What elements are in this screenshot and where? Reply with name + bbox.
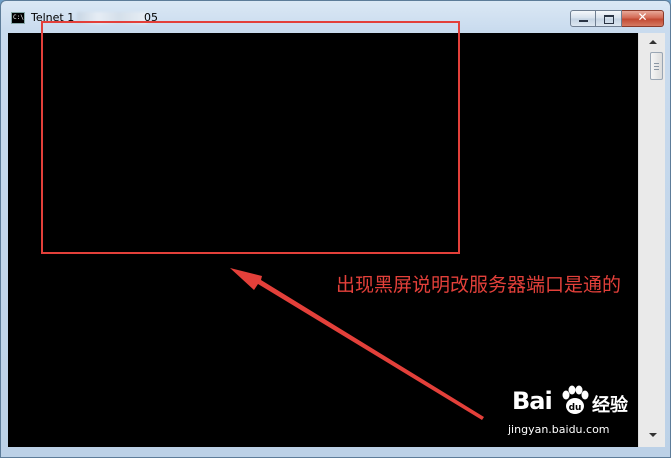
minimize-icon <box>579 20 588 22</box>
maximize-icon <box>604 15 614 24</box>
console-icon[interactable]: C:\ <box>11 12 25 24</box>
baidu-jingyan-watermark: Bai du 经验 jingyan.baidu.com <box>500 383 650 443</box>
close-icon: ✕ <box>637 10 648 24</box>
watermark-brand: Bai <box>512 387 553 415</box>
scroll-down-arrow-icon[interactable] <box>649 433 657 437</box>
svg-text:du: du <box>569 403 582 413</box>
highlight-rectangle <box>41 21 460 254</box>
close-button[interactable]: ✕ <box>622 10 664 27</box>
watermark-url: jingyan.baidu.com <box>508 423 610 436</box>
watermark-jingyan: 经验 <box>592 395 628 416</box>
scroll-up-arrow-icon[interactable] <box>649 40 657 44</box>
paw-icon: du <box>562 385 589 414</box>
grip-line <box>654 63 659 64</box>
grip-line <box>654 66 659 67</box>
grip-line <box>654 69 659 70</box>
annotation-text: 出现黑屏说明改服务器端口是通的 <box>336 274 622 296</box>
maximize-button[interactable] <box>596 10 622 27</box>
minimize-button[interactable] <box>570 10 596 27</box>
scrollbar-thumb[interactable] <box>650 52 663 80</box>
